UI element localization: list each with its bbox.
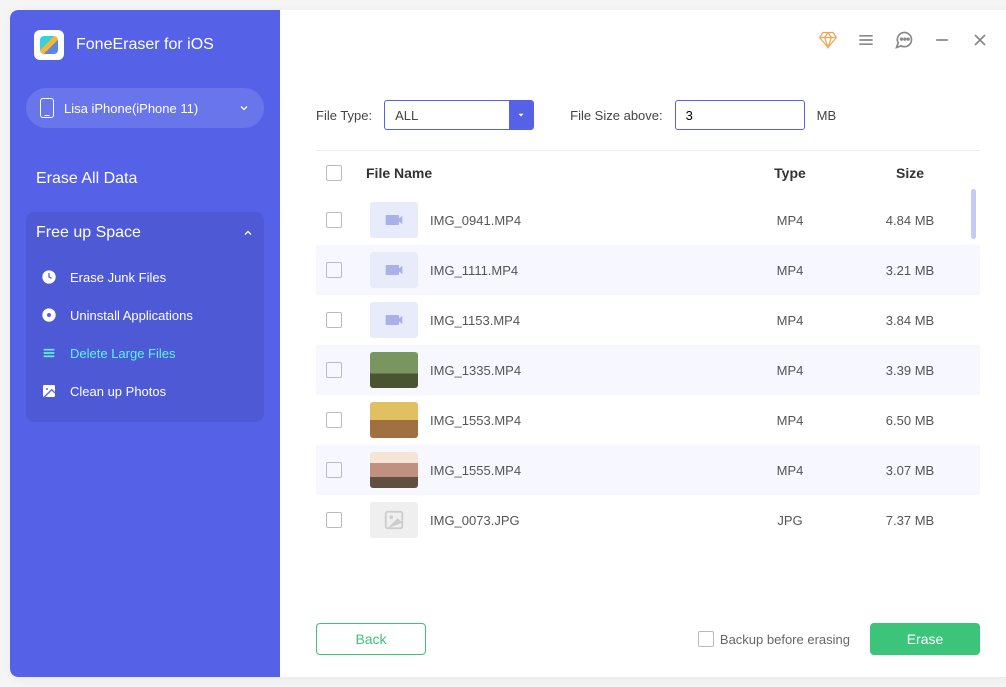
file-type-value: ALL — [385, 108, 509, 123]
file-thumbnail — [370, 452, 418, 488]
file-thumbnail — [370, 252, 418, 288]
logo-row: FoneEraser for iOS — [26, 30, 264, 60]
table-body: IMG_0941.MP4MP44.84 MBIMG_1111.MP4MP43.2… — [316, 195, 980, 545]
backup-checkbox[interactable] — [698, 631, 714, 647]
scrollbar-thumb[interactable] — [971, 189, 976, 239]
nav-free-up-label: Free up Space — [36, 224, 141, 242]
row-checkbox[interactable] — [326, 262, 342, 278]
table-row[interactable]: IMG_0941.MP4MP44.84 MB — [316, 195, 980, 245]
file-type-label: File Type: — [316, 108, 372, 123]
chevron-down-icon — [238, 102, 250, 114]
nav-item-large-files[interactable]: Delete Large Files — [26, 334, 264, 372]
file-type: MP4 — [730, 263, 850, 278]
clock-icon — [40, 268, 58, 286]
row-checkbox[interactable] — [326, 312, 342, 328]
nav-erase-all-label: Erase All Data — [36, 170, 137, 188]
row-checkbox[interactable] — [326, 362, 342, 378]
dropdown-button-icon — [509, 101, 533, 129]
header-type: Type — [730, 165, 850, 181]
disc-icon — [40, 306, 58, 324]
file-table: File Name Type Size IMG_0941.MP4MP44.84 … — [316, 150, 980, 605]
file-size: 6.50 MB — [850, 413, 970, 428]
chevron-up-icon — [242, 227, 254, 239]
table-header: File Name Type Size — [316, 151, 980, 195]
file-size-label: File Size above: — [570, 108, 663, 123]
file-thumbnail — [370, 202, 418, 238]
image-icon — [40, 382, 58, 400]
footer: Back Backup before erasing Erase — [280, 605, 1006, 677]
file-type: MP4 — [730, 463, 850, 478]
backup-label: Backup before erasing — [720, 632, 850, 647]
device-name: Lisa iPhone(iPhone 11) — [64, 101, 228, 116]
nav-item-junk-files[interactable]: Erase Junk Files — [26, 258, 264, 296]
table-row[interactable]: IMG_1153.MP4MP43.84 MB — [316, 295, 980, 345]
nav-erase-all-data[interactable]: Erase All Data — [26, 158, 264, 200]
file-size: 3.07 MB — [850, 463, 970, 478]
file-thumbnail — [370, 302, 418, 338]
nav-free-up-items: Erase Junk Files Uninstall Applications … — [26, 254, 264, 422]
nav-item-junk-label: Erase Junk Files — [70, 270, 166, 285]
close-icon[interactable] — [970, 30, 990, 50]
file-thumbnail — [370, 402, 418, 438]
file-type: MP4 — [730, 363, 850, 378]
row-checkbox[interactable] — [326, 462, 342, 478]
file-name: IMG_0941.MP4 — [430, 213, 730, 228]
nav-item-uninstall-label: Uninstall Applications — [70, 308, 193, 323]
list-icon — [40, 344, 58, 362]
menu-icon[interactable] — [856, 30, 876, 50]
file-type-select[interactable]: ALL — [384, 100, 534, 130]
table-row[interactable]: IMG_1553.MP4MP46.50 MB — [316, 395, 980, 445]
select-all-checkbox[interactable] — [326, 165, 342, 181]
app-window: FoneEraser for iOS Lisa iPhone(iPhone 11… — [10, 10, 1006, 677]
app-logo-icon — [34, 30, 64, 60]
table-row[interactable]: IMG_1335.MP4MP43.39 MB — [316, 345, 980, 395]
filter-bar: File Type: ALL File Size above: MB — [316, 100, 980, 130]
file-name: IMG_1153.MP4 — [430, 313, 730, 328]
header-size: Size — [850, 165, 970, 181]
table-row[interactable]: IMG_0073.JPGJPG7.37 MB — [316, 495, 980, 545]
file-type: JPG — [730, 513, 850, 528]
table-row[interactable]: IMG_1111.MP4MP43.21 MB — [316, 245, 980, 295]
minimize-icon[interactable] — [932, 30, 952, 50]
file-name: IMG_1335.MP4 — [430, 363, 730, 378]
file-size: 3.84 MB — [850, 313, 970, 328]
file-name: IMG_1111.MP4 — [430, 263, 730, 278]
feedback-icon[interactable] — [894, 30, 914, 50]
phone-icon — [40, 98, 54, 118]
file-size: 7.37 MB — [850, 513, 970, 528]
file-type: MP4 — [730, 213, 850, 228]
nav-item-photos[interactable]: Clean up Photos — [26, 372, 264, 410]
file-thumbnail — [370, 502, 418, 538]
file-name: IMG_1553.MP4 — [430, 413, 730, 428]
content: File Type: ALL File Size above: MB File … — [280, 10, 1006, 605]
row-checkbox[interactable] — [326, 412, 342, 428]
nav-item-uninstall[interactable]: Uninstall Applications — [26, 296, 264, 334]
device-selector[interactable]: Lisa iPhone(iPhone 11) — [26, 88, 264, 128]
file-size: 4.84 MB — [850, 213, 970, 228]
app-title: FoneEraser for iOS — [76, 36, 214, 54]
file-thumbnail — [370, 352, 418, 388]
titlebar — [792, 10, 1006, 70]
file-size-input[interactable] — [675, 100, 805, 130]
back-button[interactable]: Back — [316, 623, 426, 655]
file-size: 3.39 MB — [850, 363, 970, 378]
file-type: MP4 — [730, 313, 850, 328]
backup-before-erasing[interactable]: Backup before erasing — [698, 631, 850, 647]
row-checkbox[interactable] — [326, 512, 342, 528]
erase-button[interactable]: Erase — [870, 623, 980, 655]
file-size-unit: MB — [817, 108, 837, 123]
row-checkbox[interactable] — [326, 212, 342, 228]
file-name: IMG_1555.MP4 — [430, 463, 730, 478]
nav-free-up-space[interactable]: Free up Space — [26, 212, 264, 254]
header-name: File Name — [366, 165, 730, 181]
file-type: MP4 — [730, 413, 850, 428]
main-panel: File Type: ALL File Size above: MB File … — [280, 10, 1006, 677]
table-row[interactable]: IMG_1555.MP4MP43.07 MB — [316, 445, 980, 495]
nav-item-photos-label: Clean up Photos — [70, 384, 166, 399]
premium-icon[interactable] — [818, 30, 838, 50]
nav-item-large-label: Delete Large Files — [70, 346, 176, 361]
file-size: 3.21 MB — [850, 263, 970, 278]
file-name: IMG_0073.JPG — [430, 513, 730, 528]
sidebar: FoneEraser for iOS Lisa iPhone(iPhone 11… — [10, 10, 280, 677]
